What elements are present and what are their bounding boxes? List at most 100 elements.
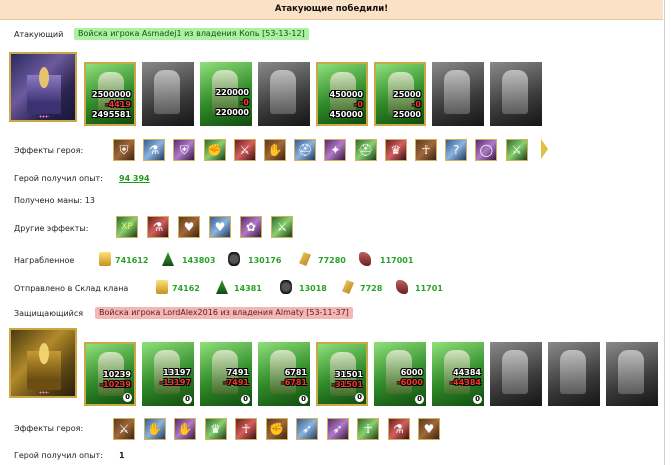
bag-icon[interactable]: ✿ — [240, 216, 262, 238]
army-unit-slot[interactable]: 2500000 -4419 2495581 — [84, 62, 136, 126]
attacker-xp-value[interactable]: 94 394 — [119, 174, 150, 183]
wheat-icon — [342, 280, 354, 294]
army-unit-slot[interactable] — [548, 342, 600, 406]
unit-count: 2500000 — [92, 90, 131, 99]
unit-count: 220000 — [215, 88, 249, 97]
heart-icon[interactable]: ♥ — [418, 418, 440, 440]
defender-label: Защищающийся — [14, 309, 84, 318]
unit-count: 44384 — [453, 368, 481, 377]
army-unit-slot[interactable] — [490, 342, 542, 406]
army-unit-slot[interactable] — [432, 62, 484, 126]
unit-loss-count: -13197 — [159, 378, 191, 387]
warehouse-label: Отправлено в Склад клана — [14, 284, 129, 293]
ore-icon — [280, 280, 292, 294]
army-unit-slot[interactable] — [258, 62, 310, 126]
defender-xp-label: Герой получил опыт: — [14, 451, 103, 460]
ring-icon[interactable]: ◯ — [475, 139, 498, 161]
unit-count: 450000 — [329, 90, 363, 99]
resource-amount: 11701 — [415, 284, 443, 293]
hand-icon[interactable]: ✋ — [264, 139, 286, 161]
crown-icon[interactable]: ♛ — [384, 139, 407, 161]
question-icon[interactable]: ? — [445, 139, 468, 161]
hand-icon[interactable]: ✋ — [174, 418, 196, 440]
other-effects-label: Другие эффекты: — [14, 224, 89, 233]
defender-hero-portrait[interactable] — [9, 328, 77, 398]
creature-portrait-icon — [502, 350, 528, 394]
defender-owner-tag[interactable]: Войска игрока LordAlex2016 из владения A… — [95, 307, 353, 319]
gauntlet-icon[interactable]: ✊ — [203, 139, 226, 161]
unit-loss-count: -0 — [412, 100, 421, 109]
army-unit-slot[interactable]: 25000 -0 25000 — [374, 62, 426, 126]
army-unit-slot[interactable] — [606, 342, 658, 406]
unit-loss-count: -0 — [240, 98, 249, 107]
unit-loss-count: -4419 — [105, 100, 131, 109]
attacker-owner-tag[interactable]: Войска игрока Asmadej1 из владения Копь … — [74, 28, 309, 40]
xp-boost-label: XP — [121, 222, 133, 232]
unit-count: 25000 — [393, 110, 421, 119]
sword-icon[interactable]: ⚔ — [505, 139, 528, 161]
sword-icon[interactable]: ⚔ — [113, 418, 135, 440]
army-unit-slot[interactable] — [142, 62, 194, 126]
resource-amount: 14381 — [234, 284, 262, 293]
unit-remaining-badge: 0 — [473, 395, 482, 404]
loot-label: Награбленное — [14, 256, 75, 265]
spirit-icon[interactable]: ☥ — [415, 139, 437, 161]
army-unit-slot[interactable]: 450000 -0 450000 — [316, 62, 368, 126]
helm-icon[interactable]: ⛑ — [354, 139, 377, 161]
unit-remaining-badge: 0 — [299, 395, 308, 404]
hand-icon[interactable]: ✋ — [143, 418, 166, 440]
unit-remaining-badge: 0 — [415, 395, 424, 404]
army-unit-slot[interactable] — [490, 62, 542, 126]
attacker-label: Атакующий — [14, 30, 64, 39]
battle-result-banner: Атакующие победили! — [0, 0, 663, 20]
unit-count: 450000 — [329, 110, 363, 119]
army-unit-slot[interactable]: 31501 -31501 0 — [316, 342, 368, 406]
wheat-icon — [299, 252, 311, 266]
right-divider — [664, 0, 665, 465]
unit-loss-count: -0 — [354, 100, 363, 109]
unit-remaining-badge: 0 — [123, 393, 132, 402]
heart-icon[interactable]: ♥ — [209, 216, 231, 238]
gauntlet-icon[interactable]: ✊ — [265, 418, 288, 440]
army-unit-slot[interactable]: 44384 -44384 0 — [432, 342, 484, 406]
sword-icon[interactable]: ⚔ — [271, 216, 293, 238]
resource-amount: 13018 — [299, 284, 327, 293]
sword-icon[interactable]: ⚔ — [233, 139, 256, 161]
unit-loss-count: -6781 — [281, 378, 307, 387]
creature-portrait-icon — [270, 70, 296, 114]
army-unit-slot[interactable]: 10239 -10239 0 — [84, 342, 136, 406]
gold-icon — [156, 280, 168, 294]
army-unit-slot[interactable]: 6781 -6781 0 — [258, 342, 310, 406]
helm-icon[interactable]: ⛑ — [294, 139, 317, 161]
heart-icon[interactable]: ♥ — [178, 216, 200, 238]
army-unit-slot[interactable]: 6000 -6000 0 — [374, 342, 426, 406]
army-unit-slot[interactable]: 13197 -13197 0 — [142, 342, 194, 406]
stone-icon — [396, 280, 408, 294]
bow-icon[interactable]: ➶ — [296, 418, 318, 440]
army-unit-slot[interactable]: 220000 -0 220000 — [200, 62, 252, 126]
army-unit-slot[interactable]: 7491 -7491 0 — [200, 342, 252, 406]
rune-icon[interactable]: ✦ — [324, 139, 347, 161]
spirit-icon[interactable]: ☥ — [357, 418, 379, 440]
effects-scroll-arrow-icon[interactable] — [541, 139, 548, 159]
resource-amount: 130176 — [248, 256, 282, 265]
wood-icon — [162, 252, 174, 266]
potion-icon[interactable]: ⚗ — [387, 418, 410, 440]
attacker-hero-portrait[interactable] — [9, 52, 77, 122]
unit-count: 220000 — [215, 108, 249, 117]
shield-icon[interactable]: ⛨ — [113, 139, 135, 161]
spirit-icon[interactable]: ☥ — [235, 418, 257, 440]
resource-amount: 7728 — [360, 284, 383, 293]
unit-remaining-badge: 0 — [241, 395, 250, 404]
xp-icon[interactable]: XP — [116, 216, 138, 238]
unit-loss-count: -7491 — [223, 378, 249, 387]
potion-icon[interactable]: ⚗ — [147, 216, 169, 238]
crown-icon[interactable]: ♛ — [204, 418, 227, 440]
unit-count: 13197 — [163, 368, 191, 377]
unit-loss-count: -6000 — [397, 378, 423, 387]
potion-icon[interactable]: ⚗ — [143, 139, 166, 161]
shield-icon[interactable]: ⛨ — [173, 139, 196, 161]
mana-received: Получено маны: 13 — [14, 196, 95, 205]
bow-icon[interactable]: ➶ — [326, 418, 349, 440]
hero-figure-icon — [27, 62, 61, 114]
